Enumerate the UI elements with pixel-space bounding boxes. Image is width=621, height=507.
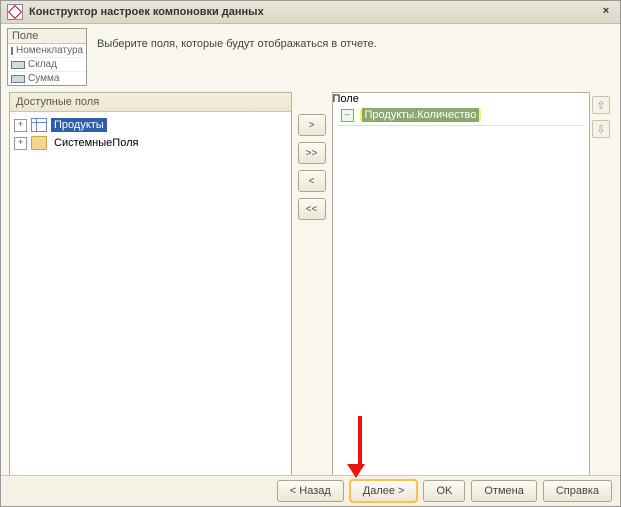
legend-swatch-icon	[11, 47, 13, 55]
selected-fields-area: Поле – Продукты.Количество ⇧ ⇩	[332, 92, 613, 478]
field-legend: Поле Номенклатура Склад Сумма	[7, 28, 87, 86]
folder-icon	[31, 136, 47, 150]
table-icon	[31, 118, 47, 132]
expand-icon[interactable]: +	[14, 119, 27, 132]
legend-label: Сумма	[28, 73, 59, 84]
window-title: Конструктор настроек компоновки данных	[29, 6, 264, 18]
legend-header: Поле	[8, 29, 86, 44]
move-down-button[interactable]: ⇩	[592, 120, 610, 138]
legend-item: Номенклатура	[8, 44, 86, 58]
selected-fields-header: Поле	[333, 93, 590, 105]
tree-node-label[interactable]: СистемныеПоля	[51, 136, 141, 150]
row-divider	[337, 125, 586, 126]
selected-fields-panel: Поле – Продукты.Количество	[332, 92, 591, 478]
available-fields-tree[interactable]: + Продукты + СистемныеПоля	[10, 112, 291, 477]
available-fields-panel: Доступные поля + Продукты + СистемныеПол…	[9, 92, 292, 478]
app-icon	[7, 4, 23, 20]
legend-item: Сумма	[8, 72, 86, 85]
instruction-text: Выберите поля, которые будут отображатьс…	[87, 28, 377, 50]
transfer-buttons: > >> < <<	[292, 92, 332, 478]
legend-swatch-icon	[11, 75, 25, 83]
cancel-button[interactable]: Отмена	[471, 480, 536, 502]
back-button[interactable]: < Назад	[277, 480, 344, 502]
collapse-icon[interactable]: –	[341, 109, 354, 122]
close-icon[interactable]: ×	[598, 4, 614, 20]
list-item[interactable]: – Продукты.Количество	[333, 105, 590, 125]
dialog-window: Конструктор настроек компоновки данных ×…	[0, 0, 621, 507]
tree-node-label[interactable]: Продукты	[51, 118, 107, 132]
title-bar: Конструктор настроек компоновки данных ×	[1, 1, 620, 24]
footer-bar: < Назад Далее > OK Отмена Справка	[1, 475, 620, 506]
tree-node[interactable]: + СистемныеПоля	[12, 134, 289, 152]
tree-node[interactable]: + Продукты	[12, 116, 289, 134]
help-button[interactable]: Справка	[543, 480, 612, 502]
legend-label: Номенклатура	[16, 45, 83, 56]
add-all-button[interactable]: >>	[298, 142, 326, 164]
selected-fields-list[interactable]: – Продукты.Количество	[333, 105, 590, 126]
remove-all-button[interactable]: <<	[298, 198, 326, 220]
remove-button[interactable]: <	[298, 170, 326, 192]
legend-swatch-icon	[11, 61, 25, 69]
legend-label: Склад	[28, 59, 57, 70]
highlight: Продукты.Количество	[360, 109, 482, 121]
available-fields-header: Доступные поля	[10, 93, 291, 112]
next-button[interactable]: Далее >	[350, 480, 418, 502]
reorder-arrows: ⇧ ⇩	[590, 92, 612, 478]
move-up-button[interactable]: ⇧	[592, 96, 610, 114]
add-button[interactable]: >	[298, 114, 326, 136]
main-body: Доступные поля + Продукты + СистемныеПол…	[1, 88, 620, 486]
top-row: Поле Номенклатура Склад Сумма Выберите п…	[1, 24, 620, 88]
selected-field-label[interactable]: Продукты.Количество	[362, 108, 480, 122]
ok-button[interactable]: OK	[423, 480, 465, 502]
legend-item: Склад	[8, 58, 86, 72]
expand-icon[interactable]: +	[14, 137, 27, 150]
